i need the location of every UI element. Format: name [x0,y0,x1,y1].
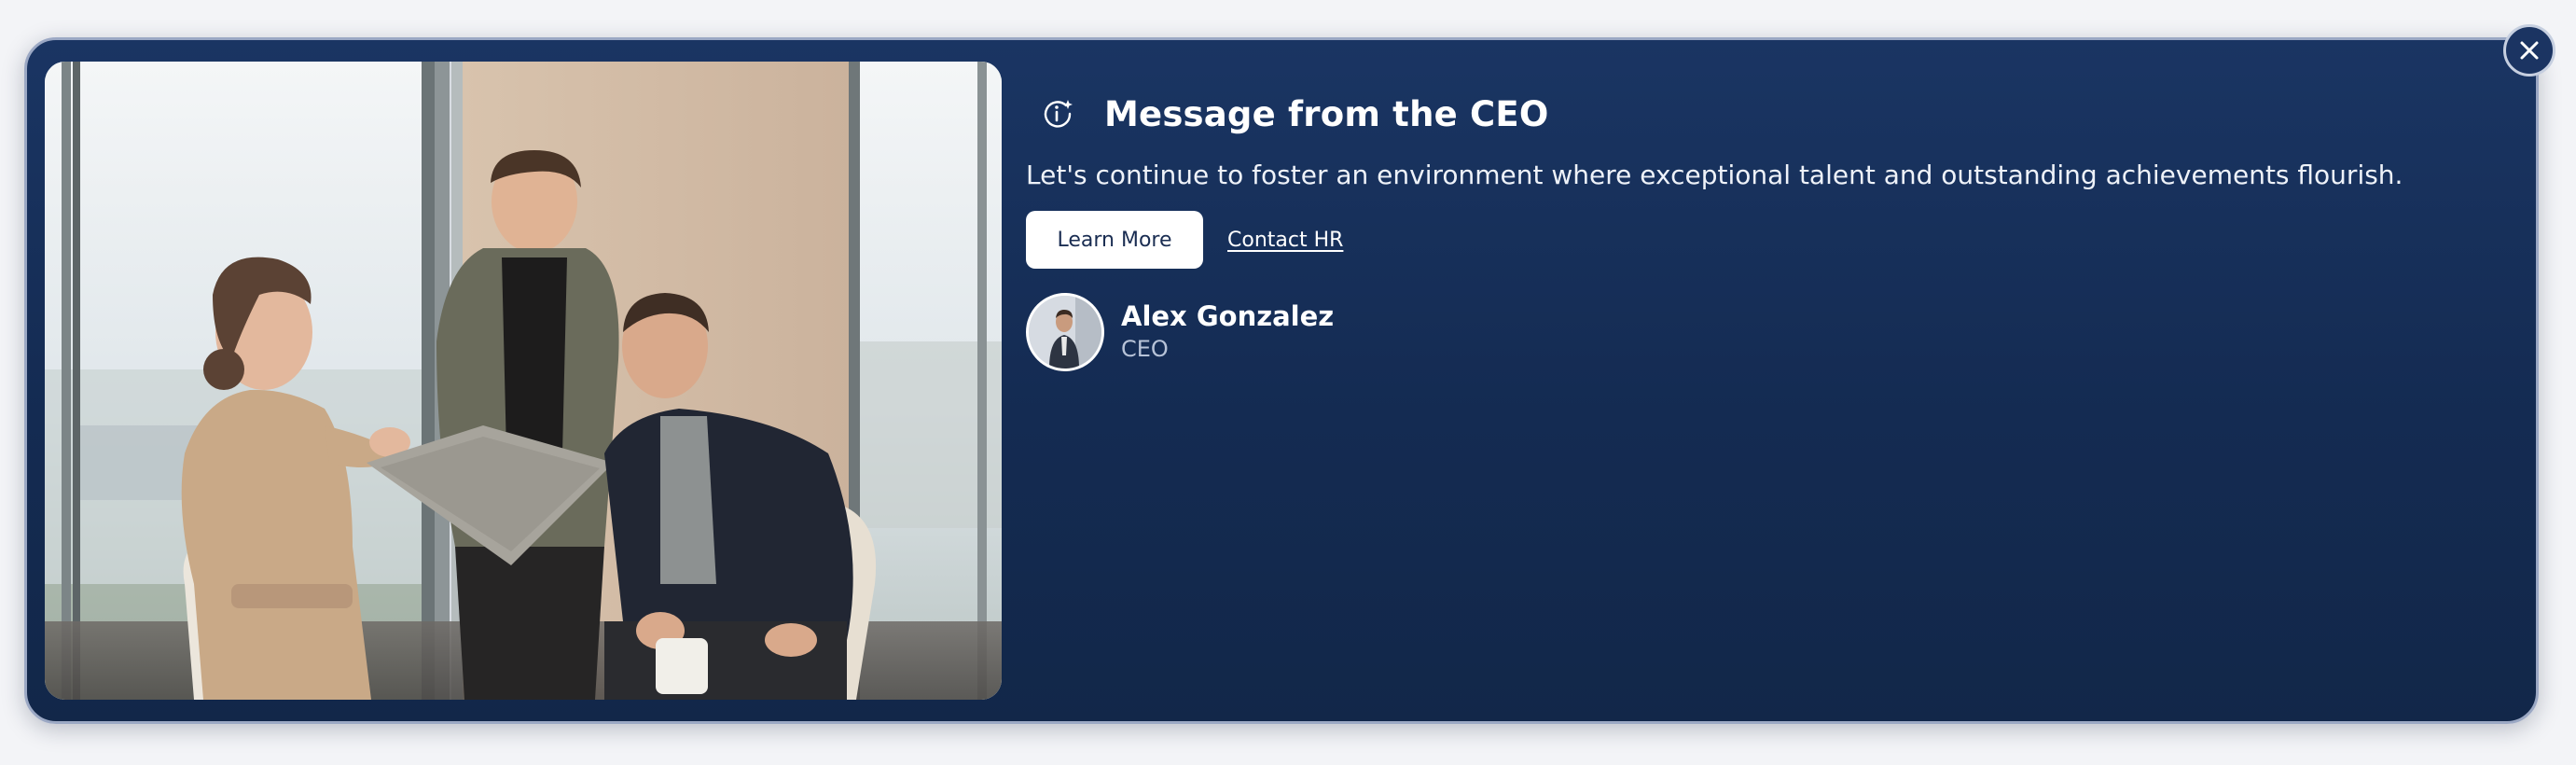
author-role: CEO [1121,336,1169,362]
author-name: Alex Gonzalez [1121,300,1335,332]
author-text: Alex Gonzalez CEO [1121,299,1334,365]
avatar [1026,293,1104,371]
banner-actions: Learn More Contact HR [1026,211,2472,269]
contact-hr-link[interactable]: Contact HR [1227,229,1343,252]
banner-content: Message from the CEO Let's continue to f… [1026,62,2472,371]
banner-title: Message from the CEO [1104,93,1549,134]
banner-photo [45,62,1002,700]
info-sparkle-icon [1039,95,1076,132]
close-button[interactable] [2503,24,2555,76]
banner-message: Let's continue to foster an environment … [1026,160,2403,190]
title-row: Message from the CEO [1026,86,2472,142]
learn-more-button[interactable]: Learn More [1026,211,1203,269]
close-icon [2520,41,2539,60]
author-block: Alex Gonzalez CEO [1026,293,2472,371]
